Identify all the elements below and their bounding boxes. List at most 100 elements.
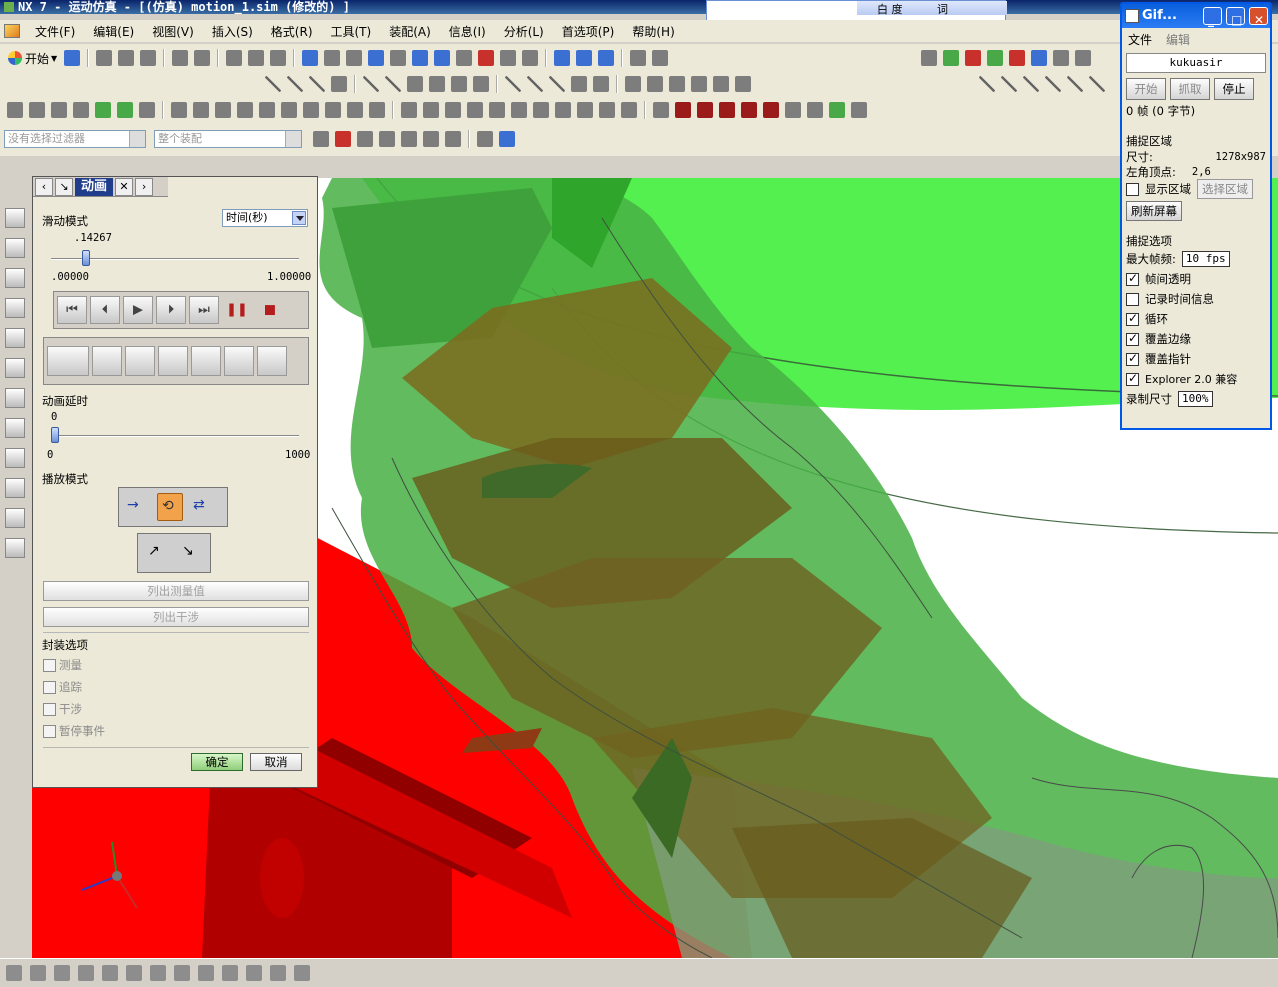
zoom-window-icon[interactable]	[346, 50, 363, 66]
trace-icon[interactable]	[467, 102, 483, 118]
motion-tool-icon-3[interactable]	[965, 50, 981, 66]
arc-icon[interactable]	[331, 76, 347, 92]
pan-icon[interactable]	[390, 50, 407, 66]
tool-icon-1[interactable]	[630, 50, 647, 66]
menu-tools[interactable]: 工具(T)	[322, 23, 381, 40]
opt-explorer-row[interactable]: Explorer 2.0 兼容	[1122, 369, 1270, 389]
delay-slider-thumb[interactable]	[51, 427, 59, 443]
articulation-icon[interactable]	[511, 102, 527, 118]
visualization-icon[interactable]	[5, 478, 25, 498]
tool-button-7[interactable]	[257, 346, 287, 376]
interference-icon[interactable]	[423, 102, 439, 118]
left-arrow-icon[interactable]	[95, 102, 111, 118]
opt-transparent-row[interactable]: 帧间透明	[1122, 269, 1270, 289]
assembly-scope-dropdown[interactable]: 整个装配	[154, 130, 302, 148]
marker-icon[interactable]	[171, 102, 187, 118]
tab-next-button[interactable]: ›	[135, 177, 154, 196]
extend-icon[interactable]	[691, 76, 707, 92]
menu-assembly[interactable]: 装配(A)	[380, 23, 440, 40]
right-arrow-icon[interactable]	[117, 102, 133, 118]
web-browser-icon[interactable]	[5, 388, 25, 408]
box-icon[interactable]	[499, 131, 515, 147]
snap-intersect-icon[interactable]	[445, 131, 461, 147]
rack-icon[interactable]	[325, 102, 341, 118]
history-icon[interactable]	[5, 418, 25, 438]
function-icon[interactable]	[215, 102, 231, 118]
intersect-icon[interactable]	[1067, 76, 1083, 92]
show-region-checkbox[interactable]	[1126, 182, 1139, 196]
shading-icon[interactable]	[456, 50, 473, 66]
menu-preferences[interactable]: 首选项(P)	[553, 23, 624, 40]
flag-icon[interactable]	[851, 102, 867, 118]
cycle-icon[interactable]	[139, 102, 155, 118]
pin-icon[interactable]: ↘	[55, 177, 73, 196]
ime-bar[interactable]: 白 度 词	[857, 1, 1007, 16]
repeat-icon[interactable]	[226, 50, 243, 66]
prev-frame-icon[interactable]	[697, 102, 713, 118]
render-style-icon[interactable]	[434, 50, 451, 66]
transparent-checkbox[interactable]	[1126, 271, 1139, 286]
circle-icon-2[interactable]	[429, 76, 445, 92]
status-icon-11[interactable]	[246, 965, 262, 981]
trim-icon[interactable]	[647, 76, 663, 92]
menu-format[interactable]: 格式(R)	[262, 23, 322, 40]
explorer-checkbox[interactable]	[1126, 371, 1139, 386]
status-icon-12[interactable]	[270, 965, 286, 981]
motion-tool-icon-5[interactable]	[1009, 50, 1025, 66]
gif-name-field[interactable]: kukuasir	[1126, 53, 1266, 73]
motion-tool-icon-4[interactable]	[987, 50, 1003, 66]
snap-end-icon[interactable]	[357, 131, 373, 147]
part-nav-icon[interactable]	[598, 50, 615, 66]
zoom-icon[interactable]	[324, 50, 341, 66]
circle-icon[interactable]	[407, 76, 423, 92]
measure-tool-button[interactable]	[47, 346, 89, 376]
tool-button-2[interactable]	[92, 346, 122, 376]
cut-icon[interactable]	[96, 50, 113, 66]
menu-help[interactable]: 帮助(H)	[623, 23, 683, 40]
status-icon-3[interactable]	[54, 965, 70, 981]
status-icon-10[interactable]	[222, 965, 238, 981]
show-hide-icon[interactable]	[270, 50, 287, 66]
snap-mid-icon[interactable]	[379, 131, 395, 147]
delete-icon[interactable]	[248, 50, 265, 66]
pointer-checkbox[interactable]	[1126, 351, 1139, 366]
undo-icon[interactable]	[172, 50, 189, 66]
animation-icon[interactable]	[577, 102, 593, 118]
measure-icon[interactable]	[445, 102, 461, 118]
spreadsheet-icon[interactable]	[555, 102, 571, 118]
menu-insert[interactable]: 插入(S)	[203, 23, 262, 40]
system-scenes-icon[interactable]	[5, 538, 25, 558]
line-icon-2[interactable]	[287, 76, 303, 92]
torque-icon[interactable]	[259, 102, 275, 118]
maximize-button[interactable]: □	[1226, 7, 1245, 27]
connector-icon[interactable]	[73, 102, 89, 118]
status-icon-4[interactable]	[78, 965, 94, 981]
orient-icon[interactable]	[500, 50, 517, 66]
ok-button[interactable]: 确定	[191, 753, 243, 771]
checkbox[interactable]	[43, 680, 56, 694]
menu-edit[interactable]: 编辑(E)	[84, 23, 143, 40]
spring-icon[interactable]	[193, 102, 209, 118]
constraint-nav-icon[interactable]	[576, 50, 593, 66]
joint-icon[interactable]	[51, 102, 67, 118]
gear-icon[interactable]	[303, 102, 319, 118]
play-icon[interactable]	[719, 102, 735, 118]
status-icon-8[interactable]	[174, 965, 190, 981]
loop-checkbox[interactable]	[1126, 311, 1139, 326]
gif-stop-button[interactable]: 停止	[1214, 78, 1254, 100]
constraint-icon[interactable]	[369, 102, 385, 118]
text-icon[interactable]	[571, 76, 587, 92]
select-region-button[interactable]: 选择区域	[1197, 179, 1253, 199]
snap-point-icon[interactable]	[335, 131, 351, 147]
first-frame-icon[interactable]	[675, 102, 691, 118]
fit-icon[interactable]	[302, 50, 319, 66]
force-icon[interactable]	[237, 102, 253, 118]
part-navigator-icon[interactable]	[5, 268, 25, 288]
rectangle-select-icon[interactable]	[477, 131, 493, 147]
play-once-option[interactable]: →	[125, 493, 151, 521]
max-fps-dropdown[interactable]: 10 fps	[1181, 251, 1230, 267]
edges-checkbox[interactable]	[1126, 331, 1139, 346]
opt-timing-row[interactable]: 记录时间信息	[1122, 289, 1270, 309]
fillet-curve-icon[interactable]	[1023, 76, 1039, 92]
assembly-nav-icon[interactable]	[554, 50, 571, 66]
